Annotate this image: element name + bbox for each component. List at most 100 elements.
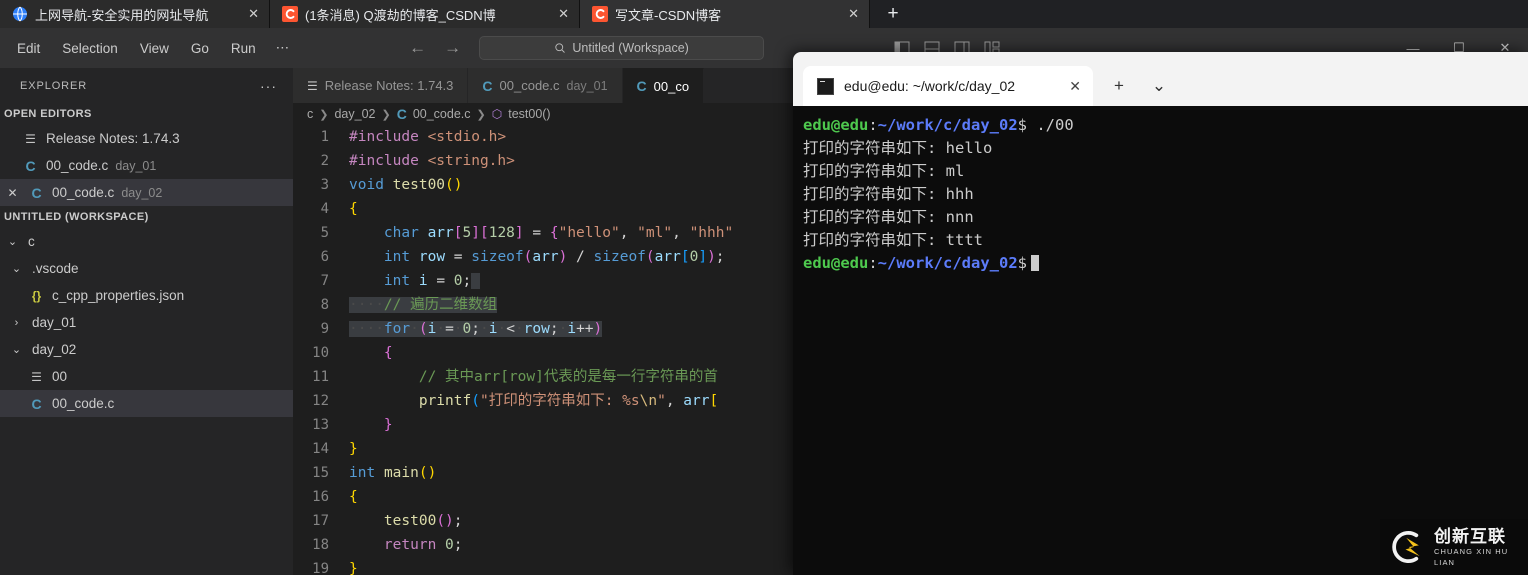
line-number: 1 [320,129,329,145]
workspace-section-title[interactable]: UNTITLED (WORKSPACE) [0,206,293,228]
terminal-tab-close-icon[interactable]: ✕ [1069,78,1081,95]
tree-item-label: .vscode [32,261,79,276]
tree-item-00[interactable]: ☰ 00 [0,363,293,390]
menu-item-go[interactable]: Go [180,37,220,60]
line-number: 11 [312,369,329,385]
watermark: 创新互联 CHUANG XIN HU LIAN [1380,519,1528,575]
menu-item-edit[interactable]: Edit [6,37,51,60]
open-editor-label: 00_code.c [46,158,109,173]
menu-item-run[interactable]: Run [220,37,267,60]
chevron-right-icon: › [14,316,19,329]
explorer-sidebar: EXPLORER ··· OPEN EDITORS ☰ Release Note… [0,68,293,575]
browser-tab-close-icon[interactable]: ✕ [238,6,259,22]
menu-item-view[interactable]: View [129,37,180,60]
explorer-title: EXPLORER [20,79,88,92]
c-file-icon: C [25,157,36,174]
editor-tab-label: Release Notes: 1.74.3 [324,78,454,93]
breadcrumb-item-file[interactable]: 00_code.c [413,107,471,121]
new-tab-button[interactable]: + [870,0,916,28]
terminal-body[interactable]: edu@edu:~/work/c/day_02$ ./00 打印的字符串如下: … [793,106,1528,275]
open-editor-item-00-code-day01[interactable]: C 00_code.c day_01 [0,152,293,179]
browser-tab-0[interactable]: 上网导航-安全实用的网址导航 ✕ [0,0,270,28]
open-editor-item-release-notes[interactable]: ☰ Release Notes: 1.74.3 [0,125,293,152]
browser-tab-close-icon[interactable]: ✕ [838,6,859,22]
terminal-window: edu@edu: ~/work/c/day_02 ✕ + ⌄ edu@edu:~… [793,52,1528,575]
editor-tab-label: 00_co [653,78,690,94]
browser-tab-strip: 上网导航-安全实用的网址导航 ✕ (1条消息) Q渡劫的博客_CSDN博 ✕ 写… [0,0,1528,28]
symbol-cube-icon: ⬡ [491,107,503,121]
terminal-titlebar: edu@edu: ~/work/c/day_02 ✕ + ⌄ [793,52,1528,106]
menu-bar: Edit Selection View Go Run ⋯ [0,36,299,60]
line-number: 16 [312,489,329,505]
cx-logo-icon [1392,530,1420,564]
breadcrumb-item-day02[interactable]: day_02 [334,107,375,121]
c-file-icon: C [482,77,493,94]
line-number: 13 [312,417,329,433]
terminal-title-actions: + ⌄ [1099,66,1179,106]
forward-arrow-icon[interactable]: → [444,38,461,58]
tree-item-day02[interactable]: ⌄ day_02 [0,336,293,363]
browser-tab-1[interactable]: (1条消息) Q渡劫的博客_CSDN博 ✕ [270,0,580,28]
tree-item-c-cpp-properties[interactable]: {} c_cpp_properties.json [0,282,293,309]
line-number: 3 [320,177,329,193]
tree-item-label: 00_code.c [52,396,115,411]
line-number: 17 [312,513,329,529]
breadcrumb-item-c[interactable]: c [307,107,313,121]
terminal-prompt-symbol: $ [1017,254,1027,272]
terminal-prompt-path: ~/work/c/day_02 [877,254,1018,272]
json-icon: {} [31,288,42,303]
menu-item-more[interactable]: ⋯ [267,36,300,60]
browser-tab-close-icon[interactable]: ✕ [548,6,569,22]
c-file-icon: C [31,395,42,412]
menu-item-selection[interactable]: Selection [51,37,129,60]
line-number: 5 [320,225,329,241]
terminal-command: ./00 [1036,116,1074,134]
tree-item-vscode[interactable]: ⌄ .vscode [0,255,293,282]
search-icon [555,43,566,53]
open-editors-section-title[interactable]: OPEN EDITORS [0,103,293,125]
c-file-icon: C [636,78,647,94]
chevron-down-icon: ⌄ [11,344,22,356]
tree-item-00-code-c[interactable]: C 00_code.c [0,390,293,417]
back-arrow-icon[interactable]: ← [409,38,426,58]
terminal-prompt-line-current: edu@edu:~/work/c/day_02$ [803,252,1528,275]
tree-item-label: c_cpp_properties.json [52,288,185,303]
terminal-prompt-user: edu@edu [803,116,869,134]
terminal-output-line: 打印的字符串如下: hhh [803,185,974,203]
editor-tab-label: 00_code.c [499,78,560,93]
editor-tab-00-code-day02[interactable]: C 00_co [622,68,705,103]
terminal-prompt-path: ~/work/c/day_02 [877,116,1018,134]
terminal-space [1027,116,1036,134]
tree-item-label: day_02 [32,342,77,357]
line-number: 7 [320,273,329,289]
line-number: 14 [312,441,329,457]
explorer-header: EXPLORER ··· [0,68,293,103]
open-editor-item-00-code-day02[interactable]: ✕ C 00_code.c day_02 [0,179,293,206]
tree-item-day01[interactable]: › day_01 [0,309,293,336]
terminal-prompt-line: edu@edu:~/work/c/day_02$ ./00 [803,114,1528,137]
explorer-more-icon[interactable]: ··· [260,78,277,94]
tree-item-c[interactable]: ⌄ c [0,228,293,255]
navigation-arrows: ← → [409,38,461,58]
close-icon[interactable]: ✕ [4,186,21,200]
quick-open-bar[interactable]: Untitled (Workspace) [479,36,765,60]
terminal-dropdown-button[interactable]: ⌄ [1139,66,1179,106]
terminal-cursor [1031,255,1039,271]
watermark-cn: 创新互联 [1434,526,1506,546]
open-editor-suffix: day_02 [121,185,163,200]
csdn-icon [592,6,608,22]
terminal-output-line: 打印的字符串如下: ml [803,162,965,180]
watermark-en: CHUANG XIN HU LIAN [1434,546,1509,567]
terminal-tab[interactable]: edu@edu: ~/work/c/day_02 ✕ [803,66,1093,106]
editor-tab-release-notes[interactable]: ☰ Release Notes: 1.74.3 [293,68,469,103]
editor-tab-suffix: day_01 [566,78,608,93]
line-number: 19 [312,561,329,575]
browser-tab-2[interactable]: 写文章-CSDN博客 ✕ [580,0,870,28]
editor-tab-00-code-day01[interactable]: C 00_code.c day_01 [468,68,623,103]
browser-tab-title: 上网导航-安全实用的网址导航 [35,7,209,23]
terminal-new-tab-button[interactable]: + [1099,66,1139,106]
terminal-tab-title: edu@edu: ~/work/c/day_02 [844,78,1016,94]
breadcrumb-item-symbol[interactable]: test00() [508,107,550,121]
terminal-prompt-symbol: $ [1017,116,1027,134]
open-editor-label: 00_code.c [52,185,115,200]
